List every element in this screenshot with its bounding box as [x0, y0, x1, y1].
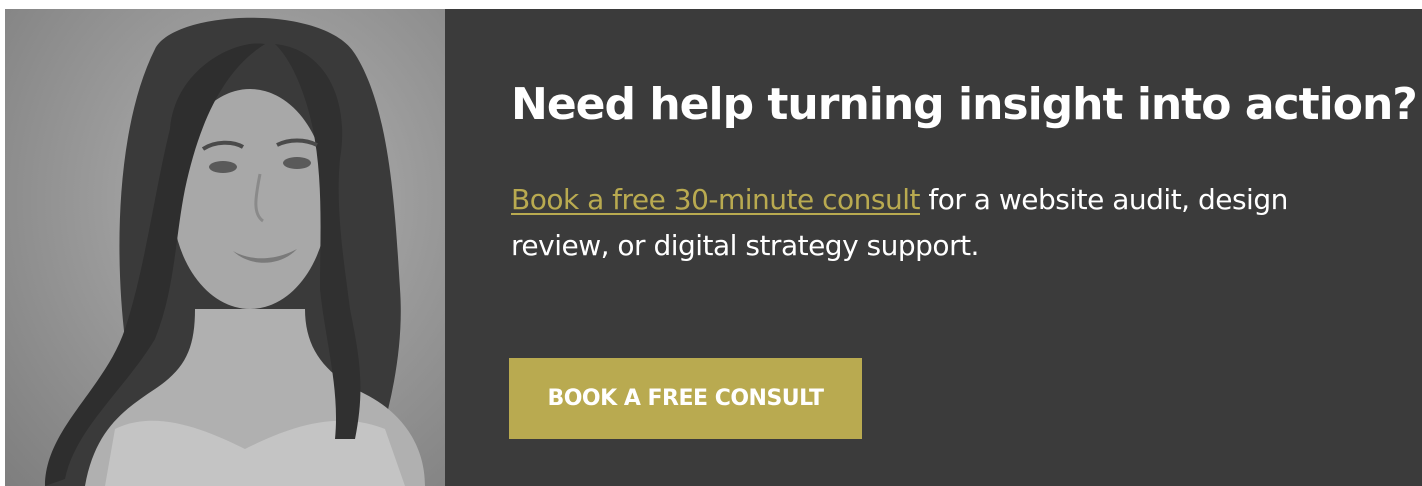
- content-panel: Need help turning insight into action? B…: [445, 9, 1422, 486]
- consult-banner: Need help turning insight into action? B…: [5, 9, 1422, 486]
- portrait-photo: [5, 9, 445, 486]
- headline: Need help turning insight into action?: [511, 79, 1418, 130]
- description: Book a free 30-minute consult for a webs…: [511, 177, 1391, 269]
- book-consult-button[interactable]: BOOK A FREE CONSULT: [509, 358, 862, 439]
- portrait-illustration: [45, 17, 425, 486]
- consult-link[interactable]: Book a free 30-minute consult: [511, 183, 921, 216]
